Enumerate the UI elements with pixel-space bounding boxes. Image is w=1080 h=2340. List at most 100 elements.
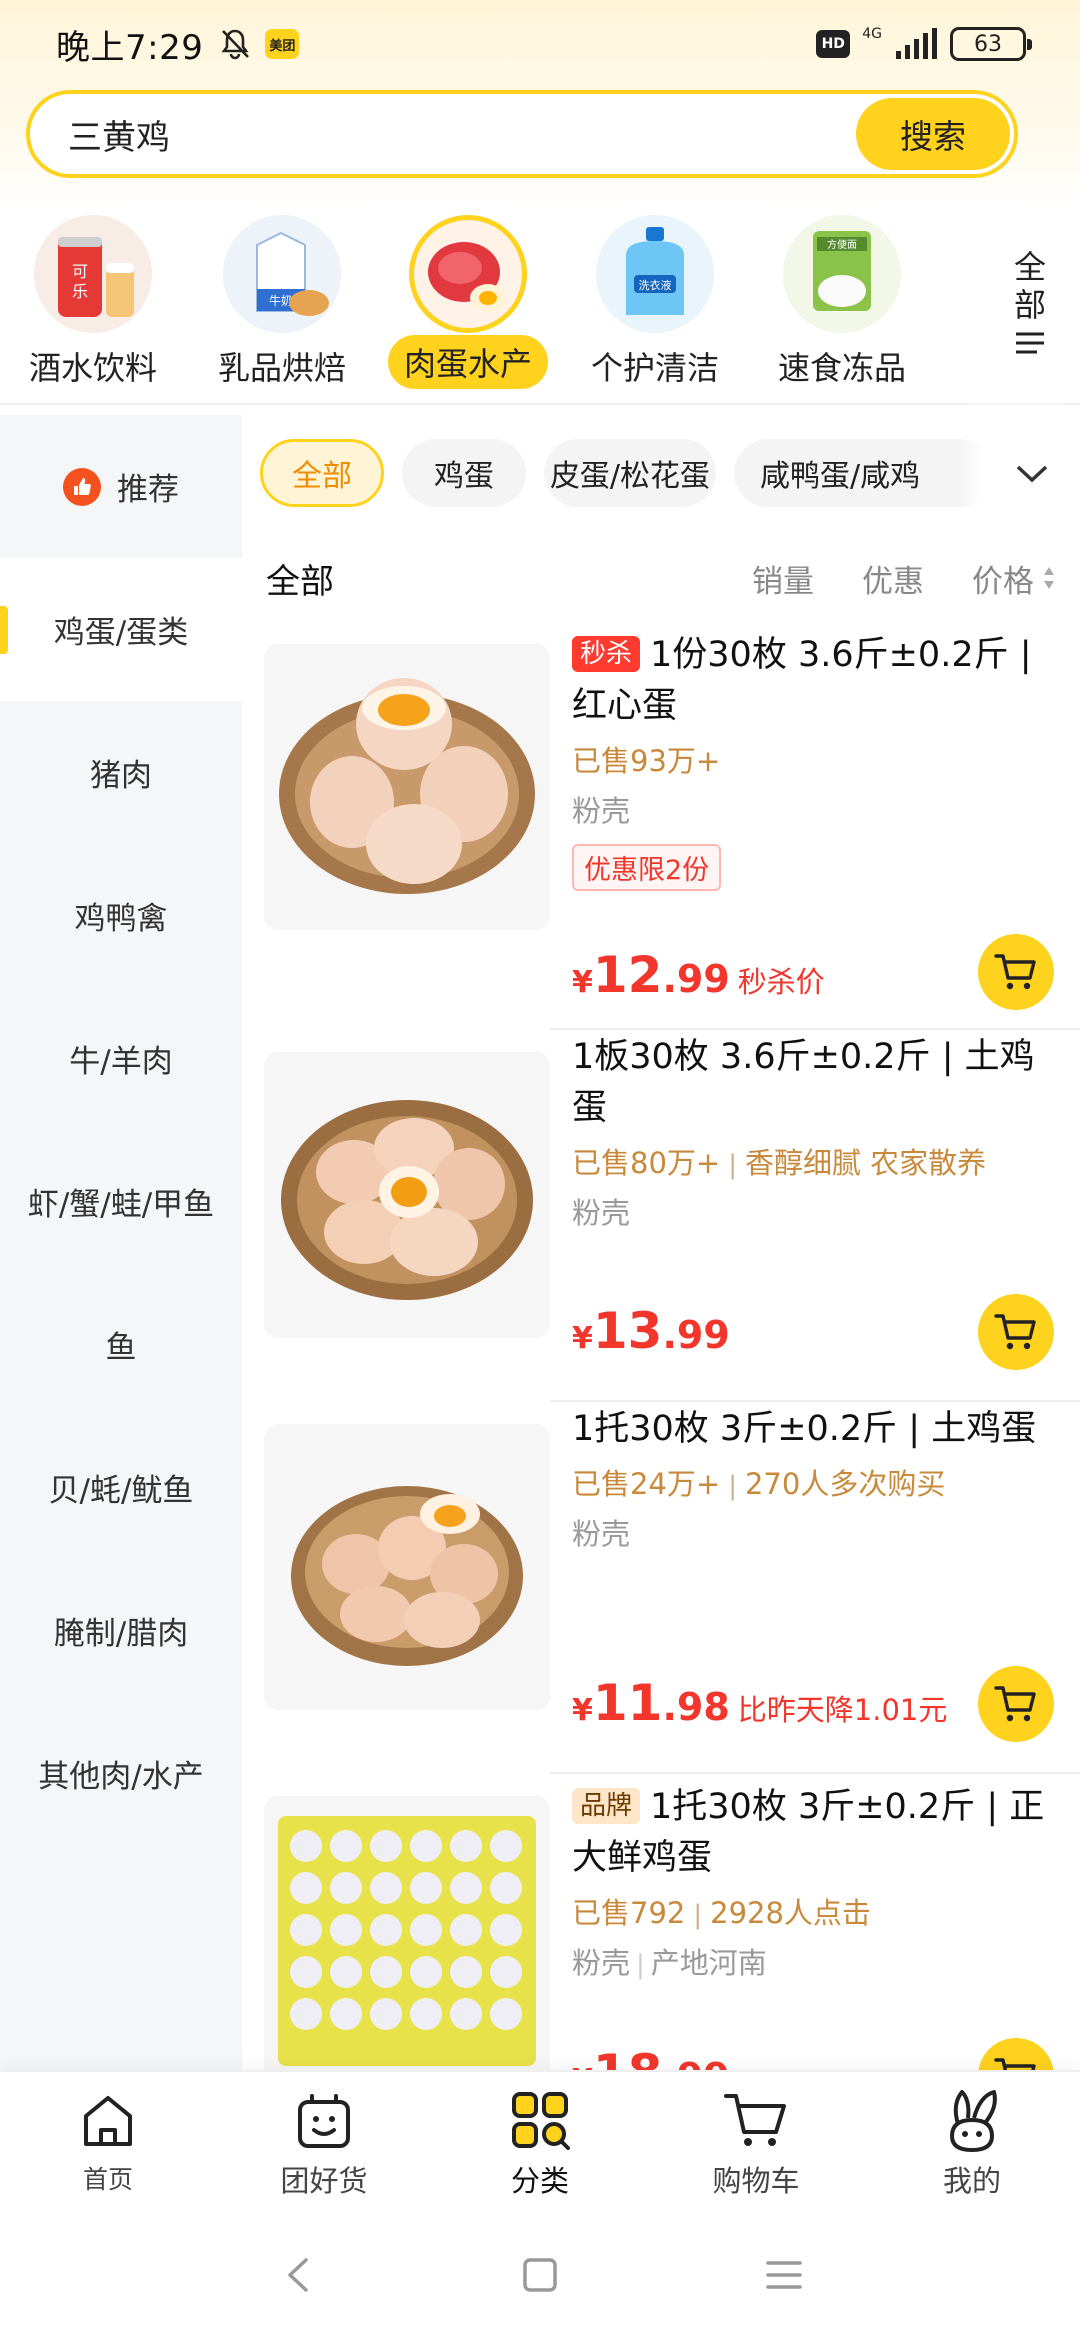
- sidebar-item-shrimp-crab[interactable]: 虾/蟹/蛙/甲鱼: [0, 1130, 242, 1273]
- product-info: 1板30枚 3.6斤±0.2斤 | 土鸡蛋 已售80万+ | 香醇细腻 农家散养 粉…: [572, 1032, 1060, 1232]
- product-image: [264, 1796, 550, 2070]
- click-count: 2928人点击: [710, 1896, 871, 1930]
- price-decimal: .99: [662, 1313, 730, 1357]
- bottom-nav: 首页 团好货 分类 购物车 我的: [0, 2070, 1080, 2210]
- sold-count: 已售792 | 2928人点击: [572, 1890, 1060, 1932]
- nav-label: 分类: [510, 2164, 569, 2198]
- sidebar-item-poultry[interactable]: 鸡鸭禽: [0, 844, 242, 987]
- category-frozen[interactable]: 方便面 速食冻品: [752, 215, 932, 405]
- sidebar-item-eggs[interactable]: 鸡蛋/蛋类: [0, 558, 242, 701]
- search-bar: 搜索: [26, 90, 1018, 178]
- svg-text:乐: 乐: [72, 282, 88, 301]
- sidebar-item-pork[interactable]: 猪肉: [0, 701, 242, 844]
- status-bar: 晚上7:29 美团 HD 4G 63: [0, 0, 1080, 88]
- tab-cart[interactable]: 购物车: [666, 2086, 846, 2206]
- signal-icon: [896, 28, 937, 59]
- sort-by-price[interactable]: 价格: [972, 556, 1056, 601]
- category-meat-egg[interactable]: 肉蛋水产: [378, 215, 558, 405]
- chip-century-egg[interactable]: 皮蛋/松花蛋: [544, 439, 716, 507]
- soda-can-icon: 可 乐: [34, 215, 152, 333]
- divider: [550, 1028, 1080, 1030]
- tab-category[interactable]: 分类: [450, 2086, 630, 2206]
- product-image: [264, 644, 550, 930]
- product-title-text: 1托30枚 3斤±0.2斤 | 正大鲜鸡蛋: [572, 1787, 1045, 1878]
- category-all-button[interactable]: 全部: [980, 205, 1080, 401]
- sidebar-item-label: 贝/蚝/鱿鱼: [48, 1473, 194, 1509]
- status-time: 晚上7:29: [56, 27, 204, 68]
- sold-count: 已售93万+: [572, 738, 1060, 780]
- category-dairy[interactable]: 牛奶 乳品烘焙: [192, 215, 372, 405]
- list-menu-icon: [1016, 332, 1044, 354]
- chip-all[interactable]: 全部: [260, 439, 384, 507]
- separator: |: [728, 1150, 737, 1180]
- sort-by-discount[interactable]: 优惠: [862, 556, 924, 601]
- chip-label: 鸡蛋: [434, 459, 494, 494]
- product-title: 秒杀 1份30枚 3.6斤±0.2斤 | 红心蛋: [572, 630, 1060, 732]
- separator: |: [728, 1471, 737, 1501]
- category-sidebar: 推荐 鸡蛋/蛋类 猪肉 鸡鸭禽 牛/羊肉 虾/蟹/蛙/甲鱼 鱼 贝/蚝/鱿鱼 腌…: [0, 415, 242, 2070]
- price-integer: 13: [592, 1302, 663, 1360]
- chip-eggs[interactable]: 鸡蛋: [402, 439, 526, 507]
- spec-text: 粉壳: [572, 1196, 631, 1230]
- product-info: 1托30枚 3斤±0.2斤 | 土鸡蛋 已售24万+ | 270人多次购买 粉壳: [572, 1404, 1060, 1553]
- sidebar-item-beef-lamb[interactable]: 牛/羊肉: [0, 987, 242, 1130]
- add-to-cart-button[interactable]: [978, 934, 1054, 1010]
- category-drinks[interactable]: 可 乐 酒水饮料: [3, 215, 183, 405]
- product-price: ¥ 13 .99: [572, 1302, 730, 1360]
- sidebar-item-shellfish[interactable]: 贝/蚝/鱿鱼: [0, 1416, 242, 1559]
- product-card[interactable]: 1托30枚 3斤±0.2斤 | 土鸡蛋 已售24万+ | 270人多次购买 粉壳 ¥…: [242, 1404, 1080, 1774]
- product-info: 品牌 1托30枚 3斤±0.2斤 | 正大鲜鸡蛋 已售792 | 2928人点击 粉壳…: [572, 1782, 1060, 1982]
- sort-row: 全部 销量 优惠 价格: [242, 533, 1080, 623]
- sidebar-item-recommend[interactable]: 推荐: [0, 415, 242, 558]
- milk-bread-icon: 牛奶: [223, 215, 341, 333]
- battery-level: 63: [974, 31, 1002, 57]
- sidebar-item-other[interactable]: 其他肉/水产: [0, 1702, 242, 1845]
- detergent-icon: 洗衣液: [596, 215, 714, 333]
- tab-home[interactable]: 首页: [18, 2086, 198, 2206]
- sold-text: 已售24万+: [572, 1467, 721, 1501]
- price-decimal: .99: [662, 957, 730, 1001]
- chip-salted-egg[interactable]: 咸鸭蛋/咸鸡: [734, 439, 994, 507]
- chip-label: 皮蛋/松花蛋: [549, 459, 711, 494]
- recent-apps-icon[interactable]: [761, 2252, 807, 2298]
- spec-text: 粉壳: [572, 794, 631, 828]
- sidebar-item-label: 虾/蟹/蛙/甲鱼: [27, 1187, 215, 1223]
- price-symbol: ¥: [572, 1693, 593, 1728]
- search-input[interactable]: [30, 114, 856, 154]
- separator: |: [693, 1900, 703, 1930]
- hd-badge: HD: [816, 30, 851, 58]
- search-button[interactable]: 搜索: [856, 98, 1010, 170]
- add-to-cart-button[interactable]: [978, 2038, 1054, 2070]
- price-drop-note: 比昨天降1.01元: [737, 1693, 948, 1727]
- home-square-icon[interactable]: [517, 2252, 563, 2298]
- back-icon[interactable]: [276, 2252, 322, 2298]
- frozen-bun-icon: 方便面: [783, 215, 901, 333]
- smile-bag-icon: [298, 2094, 350, 2148]
- home-icon: [84, 2096, 132, 2146]
- category-grid-icon: [512, 2092, 570, 2150]
- coupon-badge: 优惠限2份: [572, 844, 722, 891]
- sidebar-item-cured-meat[interactable]: 腌制/腊肉: [0, 1559, 242, 1702]
- svg-text:可: 可: [72, 262, 88, 281]
- sold-text: 已售93万+: [572, 744, 721, 778]
- product-card[interactable]: 秒杀 1份30枚 3.6斤±0.2斤 | 红心蛋 已售93万+ 粉壳 优惠限2份 …: [242, 630, 1080, 1030]
- cart-icon: [994, 954, 1036, 990]
- product-card[interactable]: 1板30枚 3.6斤±0.2斤 | 土鸡蛋 已售80万+ | 香醇细腻 农家散养 粉…: [242, 1032, 1080, 1402]
- sidebar-item-fish[interactable]: 鱼: [0, 1273, 242, 1416]
- product-price: ¥ 18 .99: [572, 2044, 730, 2070]
- sort-by-sales[interactable]: 销量: [752, 556, 814, 601]
- list-title: 全部: [266, 561, 334, 602]
- filter-chip-row: 全部 鸡蛋 皮蛋/松花蛋 咸鸭蛋/咸鸡: [242, 415, 1080, 533]
- tab-profile[interactable]: 我的: [882, 2086, 1062, 2206]
- price-note: 秒杀价: [737, 965, 825, 999]
- category-personal-care[interactable]: 洗衣液 个护清洁: [565, 215, 745, 405]
- sidebar-item-label: 鸡蛋/蛋类: [53, 615, 189, 651]
- sidebar-item-label: 鸡鸭禽: [74, 901, 168, 937]
- category-label: 酒水饮料: [28, 349, 157, 387]
- product-card[interactable]: 品牌 1托30枚 3斤±0.2斤 | 正大鲜鸡蛋 已售792 | 2928人点击 粉壳…: [242, 1776, 1080, 2070]
- chip-expand-button[interactable]: [984, 415, 1080, 533]
- add-to-cart-button[interactable]: [978, 1294, 1054, 1370]
- add-to-cart-button[interactable]: [978, 1666, 1054, 1742]
- tab-group-deals[interactable]: 团好货: [234, 2086, 414, 2206]
- seckill-tag: 秒杀: [572, 636, 641, 672]
